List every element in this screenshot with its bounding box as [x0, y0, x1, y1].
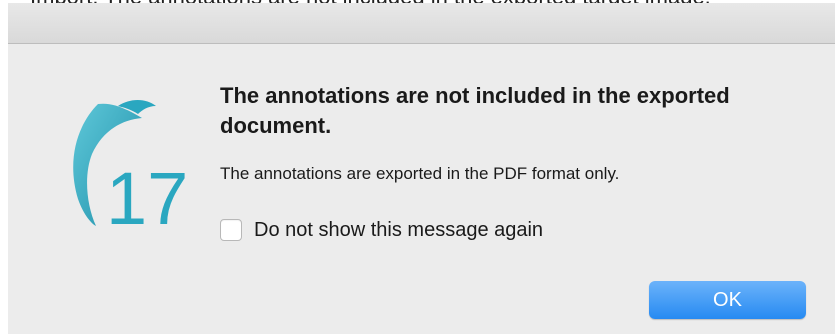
- dont-show-again-checkbox[interactable]: [220, 219, 242, 241]
- alert-dialog: 17 The annotations are not included in t…: [8, 44, 835, 334]
- dont-show-again-checkbox-row[interactable]: Do not show this message again: [220, 216, 543, 244]
- dialog-message: The annotations are exported in the PDF …: [220, 164, 620, 183]
- dialog-title-bar[interactable]: [8, 3, 835, 44]
- ok-button[interactable]: OK: [649, 281, 806, 319]
- dont-show-again-label[interactable]: Do not show this message again: [254, 219, 543, 242]
- app-logo-number: 17: [106, 157, 188, 234]
- dialog-headline: The annotations are not included in the …: [220, 83, 730, 138]
- app-logo-icon: 17: [73, 100, 188, 234]
- screen: Import: The annotations are not included…: [0, 0, 835, 334]
